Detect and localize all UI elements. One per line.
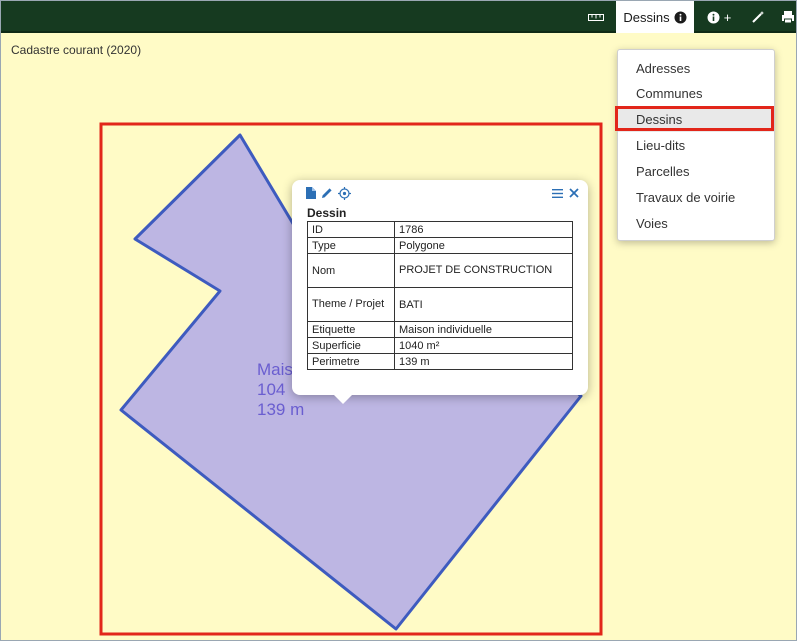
edit-pencil-icon[interactable] xyxy=(320,186,334,200)
list-icon[interactable] xyxy=(550,186,564,200)
magic-wand-icon xyxy=(752,11,764,23)
menu-item-voies[interactable]: Voies xyxy=(618,211,774,236)
attr-value: PROJET DE CONSTRUCTION xyxy=(394,253,573,288)
attr-value: Polygone xyxy=(394,237,573,254)
measure-button[interactable] xyxy=(583,1,609,33)
attr-value: 139 m xyxy=(394,353,573,370)
attr-key: Nom xyxy=(307,253,395,288)
attr-value: 1786 xyxy=(394,221,573,238)
table-row: Theme / Projet BATI xyxy=(307,287,573,322)
menu-item-dessins[interactable]: Dessins xyxy=(618,107,774,132)
table-row: Etiquette Maison individuelle xyxy=(307,321,573,338)
info-icon xyxy=(707,11,720,23)
attr-key: Perimetre xyxy=(307,353,395,370)
attr-key: ID xyxy=(307,221,395,238)
map-window: Mais 104 139 m Cadastre courant (2020) D… xyxy=(0,0,797,641)
table-row: Perimetre 139 m xyxy=(307,353,573,370)
attr-key: Etiquette xyxy=(307,321,395,338)
table-row: ID 1786 xyxy=(307,221,573,238)
tab-dessins[interactable]: Dessins xyxy=(616,1,694,33)
top-toolbar: Dessins + xyxy=(1,1,796,33)
magic-wand-button[interactable] xyxy=(745,1,771,33)
menu-item-adresses[interactable]: Adresses xyxy=(618,56,774,81)
attr-value: BATI xyxy=(394,287,573,322)
attr-value: 1040 m² xyxy=(394,337,573,354)
table-row: Nom PROJET DE CONSTRUCTION xyxy=(307,253,573,288)
attribute-table: ID 1786 Type Polygone Nom PROJET DE CONS… xyxy=(307,221,573,370)
attr-key: Theme / Projet xyxy=(307,287,395,322)
polygon-label-line2: 104 xyxy=(257,380,285,399)
polygon-label-line1: Mais xyxy=(257,360,293,379)
menu-item-travaux-de-voirie[interactable]: Travaux de voirie xyxy=(618,185,774,210)
popup-pointer xyxy=(333,394,353,404)
coverage-label: Cadastre courant (2020) xyxy=(11,43,142,57)
plus-icon: + xyxy=(723,9,732,25)
menu-item-communes[interactable]: Communes xyxy=(618,81,774,106)
tab-dessins-label: Dessins xyxy=(623,9,670,25)
menu-item-parcelles[interactable]: Parcelles xyxy=(618,159,774,184)
document-icon[interactable] xyxy=(304,186,318,200)
table-row: Superficie 1040 m² xyxy=(307,337,573,354)
info-icon xyxy=(674,11,687,23)
layer-dropdown-menu: Adresses Communes Dessins Lieu-dits Parc… xyxy=(617,49,775,241)
locate-target-icon[interactable] xyxy=(337,186,351,200)
attr-key: Superficie xyxy=(307,337,395,354)
attr-value: Maison individuelle xyxy=(394,321,573,338)
info-add-button[interactable]: + xyxy=(701,1,737,33)
menu-item-lieu-dits[interactable]: Lieu-dits xyxy=(618,133,774,158)
attr-key: Type xyxy=(307,237,395,254)
popup-title: Dessin xyxy=(307,206,347,220)
table-row: Type Polygone xyxy=(307,237,573,254)
print-icon xyxy=(782,11,794,24)
close-icon[interactable] xyxy=(567,186,581,200)
polygon-label-line3: 139 m xyxy=(257,400,304,419)
print-button[interactable] xyxy=(777,1,796,33)
ruler-icon xyxy=(588,14,604,21)
